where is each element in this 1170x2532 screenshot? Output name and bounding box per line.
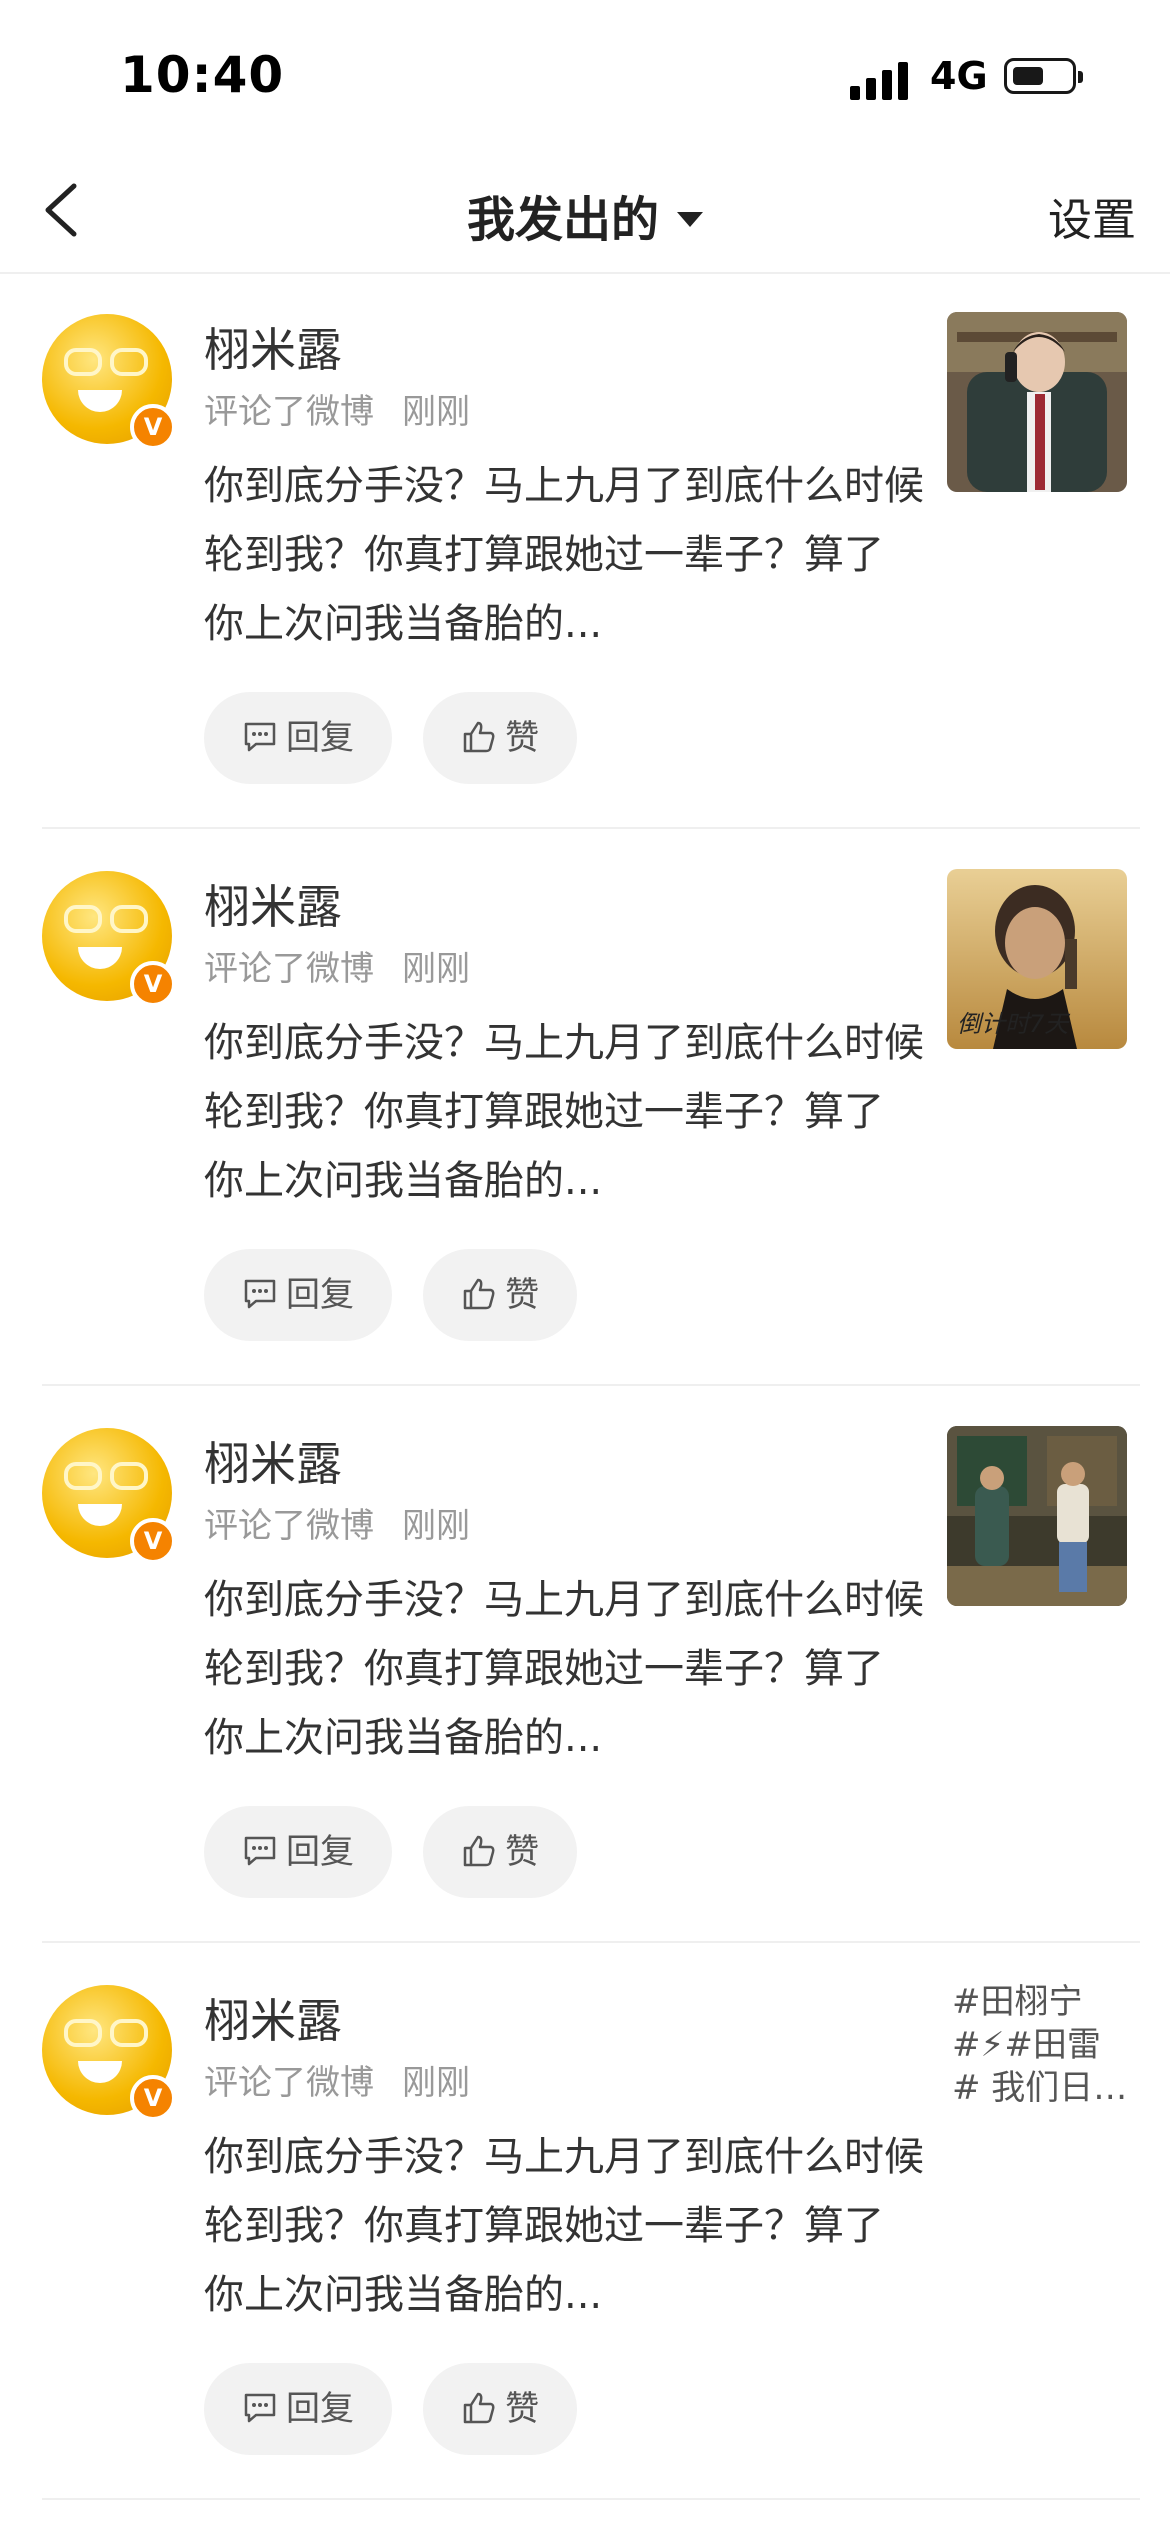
action-text: 评论了微博: [204, 2063, 374, 2103]
avatar[interactable]: V: [42, 1428, 176, 1564]
thumbs-up-icon: [463, 1835, 495, 1866]
action-text: 评论了微博: [204, 949, 374, 989]
reply-button[interactable]: 回复: [204, 1249, 392, 1341]
comment-text[interactable]: 你到底分手没？马上九月了到底什么时候轮到我？你真打算跟她过一辈子？算了 你上次问…: [204, 452, 924, 659]
like-button[interactable]: 赞: [423, 2363, 578, 2455]
list-item[interactable]: V 栩米露 评论了微博 刚刚 你到底分手没？马上九月了到底什么时候轮到我？你真打算…: [42, 1386, 1140, 1943]
thumb-1[interactable]: [947, 312, 1127, 492]
timestamp: 刚刚: [402, 2063, 470, 2103]
status-bar: 10:40 4G: [0, 0, 1170, 150]
comment-text[interactable]: 你到底分手没？马上九月了到底什么时候轮到我？你真打算跟她过一辈子？算了 你上次问…: [204, 1009, 924, 1216]
comment-icon: [244, 722, 276, 751]
meta: 评论了微博 刚刚: [204, 941, 470, 990]
verified-badge-icon: V: [130, 404, 176, 450]
user-name[interactable]: 栩米露: [204, 314, 342, 380]
verified-badge-icon: V: [130, 961, 176, 1007]
hashtag-preview[interactable]: #田栩宁 #⚡#田雷 # 我们日…: [952, 1981, 1142, 2110]
avatar[interactable]: V: [42, 314, 176, 450]
thumbs-up-icon: [463, 2392, 495, 2423]
meta: 评论了微博 刚刚: [204, 2055, 470, 2104]
timestamp: 刚刚: [402, 949, 470, 989]
like-button[interactable]: 赞: [423, 692, 578, 784]
reply-button[interactable]: 回复: [204, 1806, 392, 1898]
avatar[interactable]: V: [42, 1985, 176, 2121]
avatar[interactable]: V: [42, 871, 176, 1007]
settings-button[interactable]: 设置: [1048, 184, 1136, 248]
verified-badge-icon: V: [130, 2075, 176, 2121]
battery-icon: [1004, 58, 1083, 94]
timestamp: 刚刚: [402, 1506, 470, 1546]
network-type: 4G: [930, 54, 988, 98]
page-title: 我发出的: [466, 192, 659, 248]
comment-icon: [244, 2393, 276, 2422]
nav-bar: 我发出的 设置: [0, 150, 1170, 274]
action-text: 评论了微博: [204, 392, 374, 432]
thumb-2[interactable]: 倒计时7天: [947, 869, 1127, 1049]
action-text: 评论了微博: [204, 1506, 374, 1546]
thumb-caption: 倒计时7天: [957, 1010, 1069, 1038]
hashtag: #⚡#田雷: [952, 2025, 1101, 2065]
hashtag: # 我们日…: [952, 2068, 1128, 2108]
reply-button[interactable]: 回复: [204, 2363, 392, 2455]
user-name[interactable]: 栩米露: [204, 871, 342, 937]
reply-button[interactable]: 回复: [204, 692, 392, 784]
list-item[interactable]: V 栩米露 评论了微博 刚刚 你到底分手没？马上九月了到底什么时候轮到我？你真打算…: [42, 829, 1140, 1386]
page-title-dropdown[interactable]: 我发出的: [0, 180, 1170, 250]
like-button[interactable]: 赞: [423, 1806, 578, 1898]
list-item[interactable]: V 栩米露 评论了微博 刚刚 你到底分手没？马上九月了到底什么时候轮到我？你真打算…: [42, 1943, 1140, 2500]
like-button[interactable]: 赞: [423, 1249, 578, 1341]
comment-list: V 栩米露 评论了微博 刚刚 你到底分手没？马上九月了到底什么时候轮到我？你真打算…: [0, 272, 1170, 2500]
user-name[interactable]: 栩米露: [204, 1985, 342, 2051]
comment-icon: [244, 1279, 276, 1308]
user-name[interactable]: 栩米露: [204, 1428, 342, 1494]
comment-text[interactable]: 你到底分手没？马上九月了到底什么时候轮到我？你真打算跟她过一辈子？算了 你上次问…: [204, 2123, 924, 2330]
thumbs-up-icon: [463, 721, 495, 752]
signal-icon: [850, 60, 912, 100]
meta: 评论了微博 刚刚: [204, 384, 470, 433]
timestamp: 刚刚: [402, 392, 470, 432]
thumb-3[interactable]: [947, 1426, 1127, 1606]
verified-badge-icon: V: [130, 1518, 176, 1564]
thumbs-up-icon: [463, 1278, 495, 1309]
status-time: 10:40: [120, 46, 285, 104]
caret-down-icon: [677, 211, 703, 227]
list-item[interactable]: V 栩米露 评论了微博 刚刚 你到底分手没？马上九月了到底什么时候轮到我？你真打算…: [42, 272, 1140, 829]
hashtag: #田栩宁: [952, 1982, 1083, 2022]
comment-icon: [244, 1836, 276, 1865]
meta: 评论了微博 刚刚: [204, 1498, 470, 1547]
comment-text[interactable]: 你到底分手没？马上九月了到底什么时候轮到我？你真打算跟她过一辈子？算了 你上次问…: [204, 1566, 924, 1773]
